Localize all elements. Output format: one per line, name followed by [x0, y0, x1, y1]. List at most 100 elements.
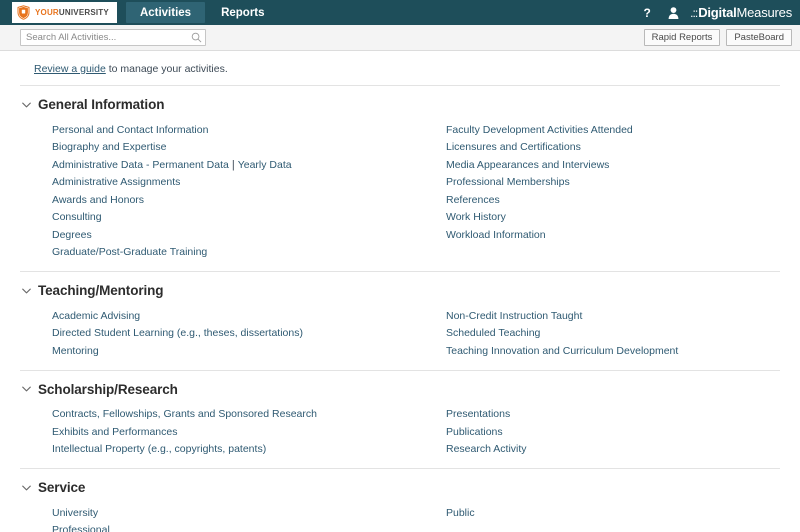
activity-link-row: Exhibits and Performances [20, 423, 414, 441]
activity-link-row: Professional Memberships [416, 174, 800, 192]
logo-dots: .:: [690, 6, 697, 20]
review-guide-link[interactable]: Review a guide [34, 63, 106, 75]
section-columns: Contracts, Fellowships, Grants and Spons… [20, 406, 780, 469]
link-separator: | [229, 159, 238, 171]
activity-link[interactable]: Graduate/Post-Graduate Training [52, 246, 207, 258]
activity-link[interactable]: Workload Information [446, 229, 546, 241]
tab-reports-label: Reports [221, 7, 264, 19]
activity-link[interactable]: Teaching Innovation and Curriculum Devel… [446, 345, 678, 357]
activity-link-row: Contracts, Fellowships, Grants and Spons… [20, 406, 414, 424]
activity-link-row: References [416, 191, 800, 209]
column-right: Presentations Publications Research Activi… [414, 406, 800, 459]
activity-link[interactable]: Faculty Development Activities Attended [446, 124, 633, 136]
column-left: Academic Advising Directed Student Learni… [20, 307, 414, 360]
activity-link-row: Mentoring [20, 342, 414, 360]
activity-link[interactable]: Professional Memberships [446, 176, 570, 188]
section-title: Scholarship/Research [38, 382, 178, 397]
account-icon[interactable] [660, 0, 686, 25]
shield-icon [17, 5, 30, 20]
activity-link[interactable]: Non-Credit Instruction Taught [446, 310, 582, 322]
column-left: Personal and Contact Information Biograph… [20, 121, 414, 261]
activity-link-row: Biography and Expertise [20, 139, 414, 157]
activity-link[interactable]: Research Activity [446, 443, 527, 455]
column-left: University Professional [20, 504, 414, 532]
activity-link-row: Workload Information [416, 226, 800, 244]
activity-link[interactable]: Contracts, Fellowships, Grants and Spons… [52, 408, 317, 420]
activity-link-row: Awards and Honors [20, 191, 414, 209]
activity-link[interactable]: Directed Student Learning (e.g., theses,… [52, 327, 303, 339]
main-content: Review a guide to manage your activities… [0, 51, 800, 532]
activity-link[interactable]: Publications [446, 426, 503, 438]
university-logo[interactable]: YOURUNIVERSITY [12, 2, 117, 23]
activity-link-row: Professional [20, 522, 414, 532]
activity-link[interactable]: Academic Advising [52, 310, 140, 322]
activity-link[interactable]: Exhibits and Performances [52, 426, 177, 438]
tab-reports[interactable]: Reports [207, 2, 278, 23]
activity-link[interactable]: Biography and Expertise [52, 141, 166, 153]
column-left: Contracts, Fellowships, Grants and Spons… [20, 406, 414, 459]
column-right: Faculty Development Activities Attended L… [414, 121, 800, 261]
help-icon-glyph: ? [644, 7, 651, 19]
activity-link[interactable]: Work History [446, 211, 506, 223]
section-header[interactable]: Scholarship/Research [20, 371, 780, 406]
chevron-down-icon [22, 102, 31, 108]
activity-link-row: Personal and Contact Information [20, 121, 414, 139]
main-nav-tabs: Activities Reports [125, 0, 280, 25]
activity-link[interactable]: Administrative Assignments [52, 176, 180, 188]
activity-link-row: Degrees [20, 226, 414, 244]
activity-link-row: Consulting [20, 209, 414, 227]
activity-link[interactable]: Scheduled Teaching [446, 327, 540, 339]
activity-link[interactable]: Professional [52, 524, 110, 532]
activity-link-row: Work History [416, 209, 800, 227]
activity-link-row: Research Activity [416, 441, 800, 459]
activity-link[interactable]: Media Appearances and Interviews [446, 159, 609, 171]
brand-part-2: UNIVERSITY [59, 8, 109, 17]
activity-link[interactable]: Consulting [52, 211, 102, 223]
brand-part-1: YOUR [35, 8, 59, 17]
section-header[interactable]: General Information [20, 86, 780, 121]
logo-part-2: Measures [737, 5, 792, 20]
activity-link[interactable]: Personal and Contact Information [52, 124, 208, 136]
help-icon[interactable]: ? [634, 0, 660, 25]
pasteboard-button[interactable]: PasteBoard [726, 29, 792, 46]
rapid-reports-button[interactable]: Rapid Reports [644, 29, 721, 46]
section-header[interactable]: Teaching/Mentoring [20, 272, 780, 307]
section-header[interactable]: Service [20, 469, 780, 504]
tab-activities-label: Activities [140, 7, 191, 19]
activity-link[interactable]: References [446, 194, 500, 206]
search-input[interactable] [20, 29, 206, 46]
activity-link[interactable]: Public [446, 507, 475, 519]
activity-link[interactable]: Mentoring [52, 345, 99, 357]
section-columns: University Professional Public [20, 504, 780, 532]
activity-link[interactable]: Intellectual Property (e.g., copyrights,… [52, 443, 266, 455]
activity-link[interactable]: Presentations [446, 408, 510, 420]
person-icon [668, 7, 679, 19]
section-columns: Personal and Contact Information Biograph… [20, 121, 780, 271]
activity-link[interactable]: University [52, 507, 98, 519]
activity-link-row: Faculty Development Activities Attended [416, 121, 800, 139]
activity-link[interactable]: Administrative Data - Permanent Data [52, 159, 229, 171]
chevron-down-icon [22, 288, 31, 294]
section-general-information: General Information Personal and Contact … [20, 85, 780, 271]
activity-link-row: Directed Student Learning (e.g., theses,… [20, 325, 414, 343]
section-scholarship-research: Scholarship/Research Contracts, Fellowshi… [20, 370, 780, 469]
brand-wordmark: YOURUNIVERSITY [35, 8, 109, 17]
activity-link-row: Media Appearances and Interviews [416, 156, 800, 174]
section-title: General Information [38, 97, 164, 112]
chevron-down-icon [22, 485, 31, 491]
activity-link-row: Public [416, 504, 800, 522]
activity-link-row: Non-Credit Instruction Taught [416, 307, 800, 325]
activity-link[interactable]: Degrees [52, 229, 92, 241]
tab-activities[interactable]: Activities [126, 2, 205, 23]
digital-measures-logo: .::DigitalMeasures [690, 5, 792, 20]
activity-link-row: Publications [416, 423, 800, 441]
activity-link[interactable]: Awards and Honors [52, 194, 144, 206]
section-service: Service University Professional Public [20, 468, 780, 532]
activity-link[interactable]: Licensures and Certifications [446, 141, 581, 153]
topbar-right-cluster: ? .::DigitalMeasures [634, 0, 800, 25]
section-columns: Academic Advising Directed Student Learni… [20, 307, 780, 370]
activity-link-row: Teaching Innovation and Curriculum Devel… [416, 342, 800, 360]
column-right: Non-Credit Instruction Taught Scheduled T… [414, 307, 800, 360]
activity-link-secondary[interactable]: Yearly Data [238, 159, 292, 171]
activity-sections: General Information Personal and Contact … [20, 85, 780, 532]
